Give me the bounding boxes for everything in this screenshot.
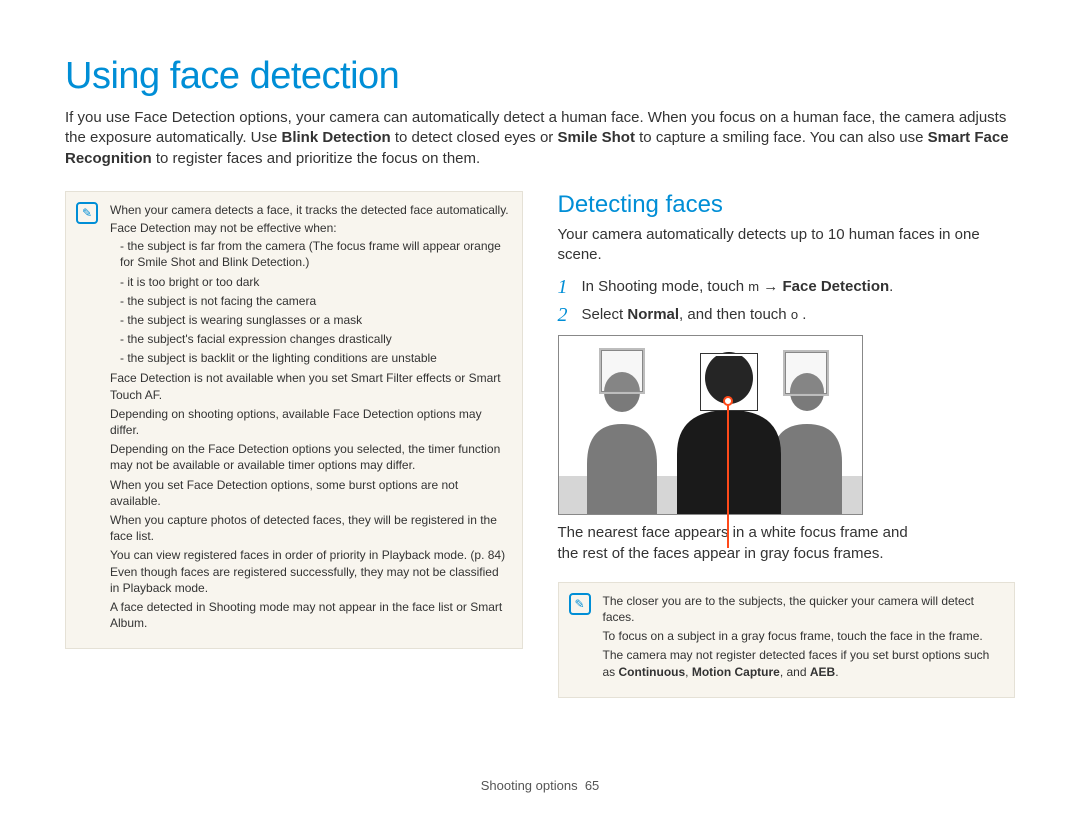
intro-bold-b: Smile Shot (557, 129, 635, 146)
menu-icon: m (748, 279, 759, 296)
step-mid: , and then touch (679, 306, 791, 323)
note-sub-item: the subject is backlit or the lighting c… (120, 350, 510, 366)
note-item: Depending on the Face Detection options … (110, 441, 510, 473)
note-item: The camera may not register detected fac… (603, 647, 1003, 679)
note-item: When your camera detects a face, it trac… (110, 202, 510, 218)
step-bold: Normal (627, 306, 679, 323)
section-title: Detecting faces (558, 191, 1016, 219)
note-box-left: ✎ When your camera detects a face, it tr… (65, 191, 523, 650)
note-item: To focus on a subject in a gray focus fr… (603, 628, 1003, 644)
note-item: Face Detection may not be effective when… (110, 220, 510, 236)
note-icon: ✎ (76, 202, 98, 224)
step-suffix: . (798, 306, 806, 323)
caption-line: The nearest face appears in a white focu… (558, 524, 908, 541)
step-text: In Shooting mode, touch (582, 278, 749, 295)
step-text: Select (582, 306, 628, 323)
step-number: 2 (558, 305, 572, 325)
note-sub-item: the subject's facial expression changes … (120, 331, 510, 347)
footer-section: Shooting options (481, 778, 578, 793)
note-item: When you capture photos of detected face… (110, 512, 510, 544)
intro-text-b: to detect closed eyes or (391, 129, 558, 146)
note-box-right: ✎ The closer you are to the subjects, th… (558, 582, 1016, 698)
focus-frame-gray (599, 348, 645, 394)
note-item: A face detected in Shooting mode may not… (110, 599, 510, 631)
section-desc: Your camera automatically detects up to … (558, 225, 1016, 266)
page-footer: Shooting options 65 (0, 778, 1080, 793)
intro-text-c: to capture a smiling face. You can also … (635, 129, 928, 146)
intro-text-d: to register faces and prioritize the foc… (152, 150, 481, 167)
note-sub-item: the subject is not facing the camera (120, 293, 510, 309)
step-bold: Face Detection (782, 278, 889, 295)
note-item: When you set Face Detection options, som… (110, 477, 510, 509)
callout-line (727, 400, 729, 548)
callout-dot (723, 396, 733, 406)
note-item: Face Detection is not available when you… (110, 370, 510, 402)
step-1: 1 In Shooting mode, touch m → Face Detec… (558, 277, 1016, 297)
face-detection-illustration (558, 335, 863, 515)
note-sub-item: the subject is wearing sunglasses or a m… (120, 312, 510, 328)
intro-bold-a: Blink Detection (282, 129, 391, 146)
note-item: You can view registered faces in order o… (110, 547, 510, 596)
step-number: 1 (558, 277, 572, 297)
caption-line: the rest of the faces appear in gray foc… (558, 545, 884, 562)
note-item: Depending on shooting options, available… (110, 406, 510, 438)
note-sub-item: it is too bright or too dark (120, 274, 510, 290)
arrow: → (759, 278, 782, 295)
note-item: The closer you are to the subjects, the … (603, 593, 1003, 625)
footer-page: 65 (585, 778, 599, 793)
ok-icon: o (791, 307, 798, 324)
illustration-caption: The nearest face appears in a white focu… (558, 523, 1016, 564)
note-icon: ✎ (569, 593, 591, 615)
page-title: Using face detection (65, 55, 1015, 98)
note-sub-item: the subject is far from the camera (The … (120, 238, 510, 270)
step-2: 2 Select Normal, and then touch o . (558, 305, 1016, 325)
focus-frame-gray (783, 350, 829, 396)
step-suffix: . (889, 278, 893, 295)
intro-paragraph: If you use Face Detection options, your … (65, 108, 1015, 169)
